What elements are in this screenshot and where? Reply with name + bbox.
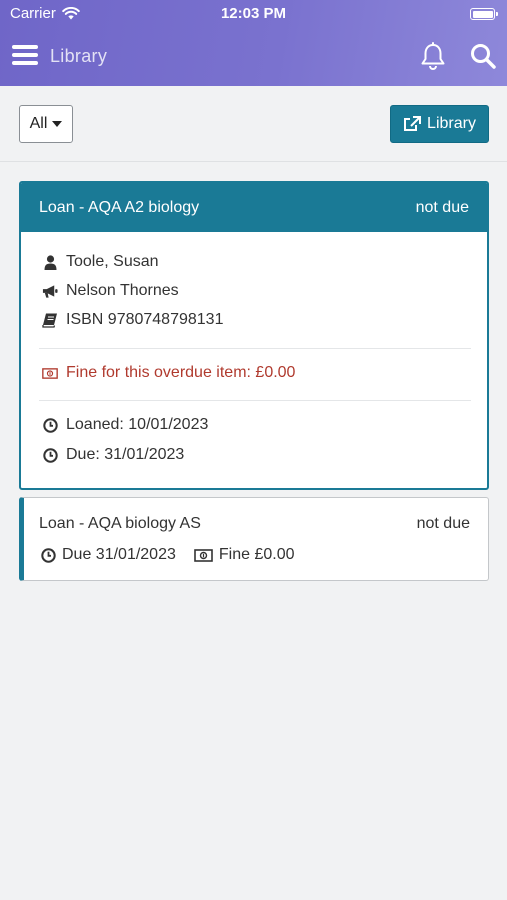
isbn-row: ISBN 9780748798131 bbox=[42, 311, 223, 329]
megaphone-icon bbox=[42, 284, 58, 298]
loaned-date: Loaned: 10/01/2023 bbox=[66, 416, 209, 433]
app-header: Carrier 12:03 PM Library bbox=[0, 0, 507, 86]
fine-group: Fine £0.00 bbox=[194, 546, 295, 564]
loan-status: not due bbox=[415, 199, 469, 216]
publisher-row: Nelson Thornes bbox=[42, 282, 179, 300]
open-library-button[interactable]: Library bbox=[390, 105, 489, 143]
book-icon bbox=[42, 313, 57, 328]
due-date-group: Due 31/01/2023 bbox=[41, 546, 176, 564]
loan-title: Loan - AQA A2 biology bbox=[39, 199, 200, 216]
filter-toolbar: All Library bbox=[0, 86, 507, 162]
bell-icon[interactable] bbox=[420, 42, 446, 70]
loan-card-header[interactable]: Loan - AQA A2 biology not due bbox=[21, 183, 487, 232]
author-name: Toole, Susan bbox=[66, 253, 159, 270]
menu-icon[interactable] bbox=[12, 44, 38, 66]
battery-icon bbox=[470, 8, 498, 20]
loan-card-collapsed[interactable]: Loan - AQA biology AS not due Due 31/01/… bbox=[19, 497, 489, 581]
fine-amount: Fine £0.00 bbox=[218, 546, 295, 563]
clock-icon bbox=[42, 447, 58, 463]
divider bbox=[39, 400, 471, 401]
page-title: Library bbox=[50, 46, 108, 66]
publisher-name: Nelson Thornes bbox=[66, 282, 179, 299]
fine-row: Fine for this overdue item: £0.00 bbox=[42, 364, 295, 382]
due-date: Due: 31/01/2023 bbox=[66, 446, 185, 463]
user-icon bbox=[44, 254, 56, 270]
clock-icon bbox=[41, 547, 56, 563]
filter-value: All bbox=[29, 115, 48, 132]
loan-card-expanded[interactable]: Loan - AQA A2 biology not due Toole, Sus… bbox=[19, 181, 489, 490]
status-time: 12:03 PM bbox=[220, 5, 287, 22]
nav-bar: Library bbox=[0, 38, 507, 76]
money-icon bbox=[42, 367, 58, 379]
due-date: Due 31/01/2023 bbox=[62, 546, 176, 563]
loan-title: Loan - AQA biology AS bbox=[39, 515, 201, 532]
author-row: Toole, Susan bbox=[42, 253, 159, 271]
external-link-icon bbox=[404, 116, 422, 131]
loan-status: not due bbox=[416, 515, 470, 532]
fine-amount: Fine for this overdue item: £0.00 bbox=[66, 364, 296, 381]
filter-dropdown[interactable]: All bbox=[19, 105, 73, 143]
divider bbox=[39, 348, 471, 349]
isbn-value: ISBN 9780748798131 bbox=[66, 311, 224, 328]
search-icon[interactable] bbox=[470, 43, 496, 69]
loaned-date-row: Loaned: 10/01/2023 bbox=[42, 416, 208, 434]
loan-meta: Due 31/01/2023 Fine £0.00 bbox=[41, 546, 294, 564]
due-date-row: Due: 31/01/2023 bbox=[42, 446, 184, 464]
money-icon bbox=[194, 548, 213, 562]
status-bar: Carrier 12:03 PM bbox=[0, 0, 507, 28]
caret-down-icon bbox=[52, 121, 63, 127]
open-library-label: Library bbox=[427, 115, 476, 132]
clock-icon bbox=[42, 417, 58, 433]
